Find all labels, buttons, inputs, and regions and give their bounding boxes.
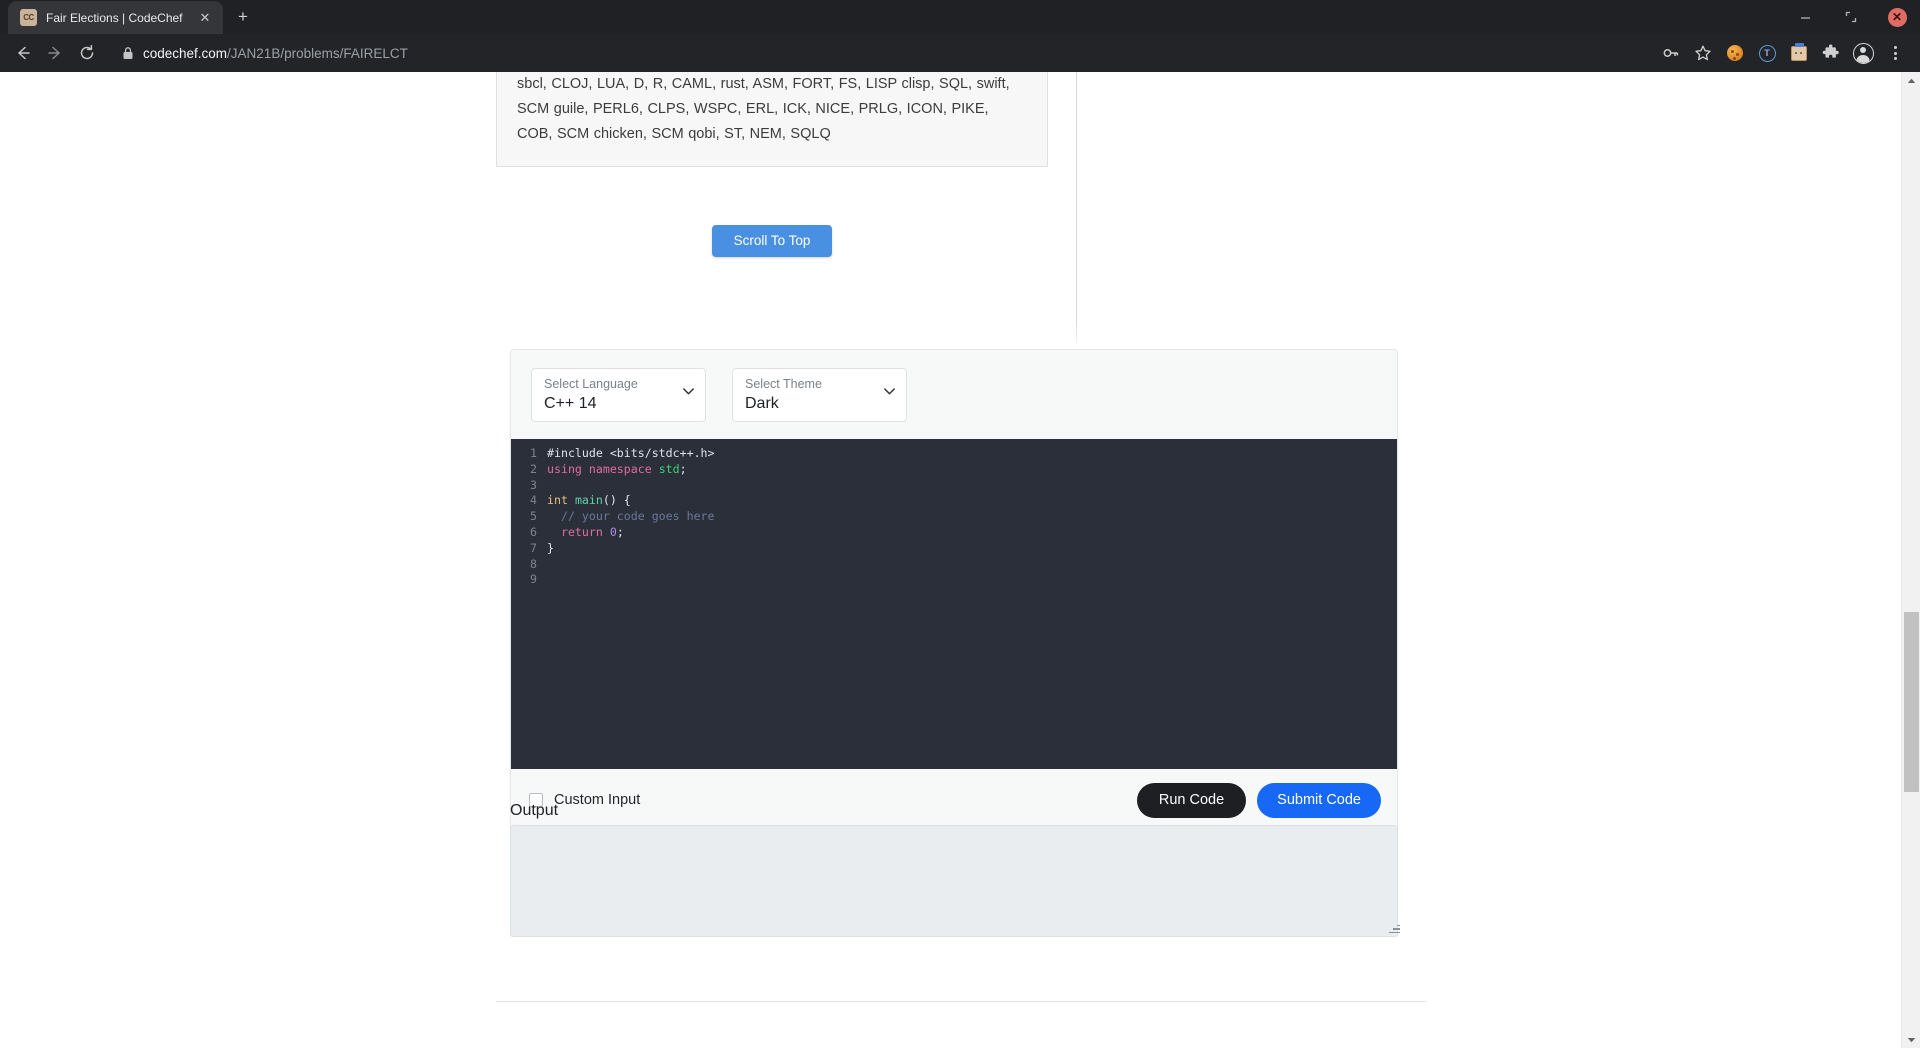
address-bar-url: codechef.com/JAN21B/problems/FAIRELCT: [143, 46, 408, 61]
code-line: 6 return 0;: [511, 525, 1397, 541]
code-line: 9: [511, 572, 1397, 588]
toolbar-icons: T: [1656, 38, 1912, 68]
close-window-icon[interactable]: ✕: [1874, 0, 1920, 34]
code-line: 1 #include <bits/stdc++.h>: [511, 446, 1397, 462]
extensions-puzzle-icon[interactable]: [1816, 38, 1846, 68]
section-divider: [496, 1001, 1426, 1002]
url-domain: codechef.com: [143, 45, 228, 61]
cookie-icon[interactable]: [1720, 38, 1750, 68]
language-select[interactable]: Select Language C++ 14: [531, 368, 706, 422]
bookmark-star-icon[interactable]: [1688, 38, 1718, 68]
url-path: /JAN21B/problems/FAIRELCT: [227, 45, 408, 61]
language-select-value: C++ 14: [544, 395, 597, 412]
code-line-number: 8: [530, 556, 537, 571]
language-select-label: Select Language: [544, 377, 638, 391]
menu-kebab-icon[interactable]: [1880, 38, 1910, 68]
profile-avatar-icon[interactable]: [1848, 38, 1878, 68]
code-line-number: 4: [530, 493, 537, 508]
code-line-number: 1: [530, 446, 537, 460]
code-line: 8: [511, 557, 1397, 573]
run-code-button[interactable]: Run Code: [1136, 783, 1247, 818]
code-line: 5 // your code goes here: [511, 509, 1397, 525]
theme-select-value: Dark: [745, 395, 779, 412]
supported-languages-panel: sbcl, CLOJ, LUA, D, R, CAML, rust, ASM, …: [496, 72, 1048, 168]
page-viewport: sbcl, CLOJ, LUA, D, R, CAML, rust, ASM, …: [0, 72, 1920, 1048]
editor-toolbar: Select Language C++ 14 Select Theme Dark: [511, 350, 1397, 439]
scroll-to-top-button[interactable]: Scroll To Top: [711, 225, 833, 257]
address-bar[interactable]: codechef.com/JAN21B/problems/FAIRELCT: [110, 39, 1648, 67]
reload-icon[interactable]: [72, 38, 102, 68]
browser-tab[interactable]: CC Fair Elections | CodeChef ✕: [8, 1, 223, 34]
tab-title: Fair Elections | CodeChef: [46, 10, 183, 25]
minimize-icon[interactable]: [1782, 0, 1828, 34]
page-body: sbcl, CLOJ, LUA, D, R, CAML, rust, ASM, …: [0, 72, 1901, 1048]
tab-close-icon[interactable]: ✕: [197, 10, 213, 26]
output-label: Output: [510, 802, 559, 819]
new-tab-icon[interactable]: +: [229, 3, 257, 31]
browser-window: CC Fair Elections | CodeChef ✕ + ✕ codec…: [0, 0, 1920, 1048]
code-line-number: 2: [530, 461, 537, 476]
password-key-icon[interactable]: [1656, 38, 1686, 68]
package-box-icon[interactable]: [1784, 38, 1814, 68]
chevron-down-icon: [683, 388, 694, 395]
code-line-text: #include <bits/stdc++.h>: [547, 446, 715, 460]
lock-icon: [122, 46, 134, 60]
forward-icon[interactable]: [40, 38, 70, 68]
page-scrollbar[interactable]: [1901, 72, 1920, 1048]
back-icon[interactable]: [8, 38, 38, 68]
code-line: 2 using namespace std;: [511, 462, 1397, 478]
maximize-icon[interactable]: [1828, 0, 1874, 34]
editor-footer: Custom Input Run Code Submit Code: [511, 769, 1397, 832]
scrollbar-down-arrow-icon[interactable]: [1902, 1031, 1920, 1048]
scrollbar-thumb[interactable]: [1904, 612, 1919, 792]
code-line-text: return 0;: [560, 524, 624, 539]
translate-t-letter: T: [1758, 44, 1776, 62]
output-textarea[interactable]: [510, 825, 1398, 937]
submit-code-button[interactable]: Submit Code: [1257, 783, 1381, 818]
code-line-text: }: [547, 540, 554, 555]
code-line-text: // your code goes here: [547, 509, 715, 524]
window-controls: ✕: [1782, 0, 1920, 34]
code-line: 3: [511, 478, 1397, 494]
translate-t-icon[interactable]: T: [1752, 38, 1782, 68]
theme-select-label: Select Theme: [745, 377, 822, 391]
chevron-down-icon: [884, 388, 895, 395]
code-line-text: int main() {: [547, 493, 631, 508]
code-line-number: 6: [530, 524, 537, 539]
codechef-favicon: CC: [20, 9, 37, 26]
code-line: 7}: [511, 541, 1397, 557]
theme-select[interactable]: Select Theme Dark: [732, 368, 907, 422]
editor-action-buttons: Run Code Submit Code: [1136, 783, 1381, 818]
code-line-number: 5: [530, 509, 537, 524]
custom-input-label: Custom Input: [554, 792, 641, 809]
code-editor[interactable]: 1 #include <bits/stdc++.h> 2 using namespac…: [511, 439, 1397, 769]
code-editor-panel: Select Language C++ 14 Select Theme Dark: [510, 349, 1398, 833]
code-line-number: 3: [530, 477, 537, 492]
code-line-number: 7: [530, 540, 537, 555]
code-line: 4 int main() {: [511, 493, 1397, 509]
vertical-divider: [1076, 72, 1077, 343]
browser-toolbar: codechef.com/JAN21B/problems/FAIRELCT T: [0, 34, 1920, 72]
browser-titlebar: CC Fair Elections | CodeChef ✕ + ✕: [0, 0, 1920, 34]
code-line-text: using namespace std;: [547, 461, 687, 476]
scroll-to-top-wrapper: Scroll To Top: [496, 225, 1048, 257]
close-window-dot: ✕: [1887, 7, 1907, 27]
scrollbar-up-arrow-icon[interactable]: [1902, 72, 1920, 89]
supported-languages-text: sbcl, CLOJ, LUA, D, R, CAML, rust, ASM, …: [517, 76, 1010, 142]
code-line-number: 9: [530, 572, 537, 587]
